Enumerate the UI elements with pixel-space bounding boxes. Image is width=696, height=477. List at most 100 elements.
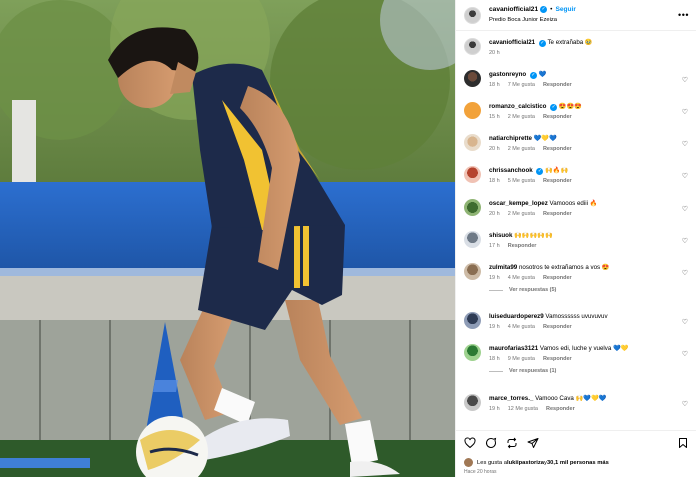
verified-badge-icon: ✓ xyxy=(529,72,537,79)
likes-summary[interactable]: Les gusta a lukiipastoriza y 30,1 mil pe… xyxy=(464,458,609,467)
comment-username[interactable]: marce_torres._ xyxy=(489,395,533,402)
comment-likes[interactable]: 9 Me gusta xyxy=(508,356,535,362)
post-caption: cavaniofficial21 ✓ Te extrañaba 🥹 20 h xyxy=(464,38,689,58)
comment-like-heart-icon[interactable]: ♡ xyxy=(682,172,688,180)
commenter-avatar[interactable] xyxy=(464,199,481,216)
commenter-avatar[interactable] xyxy=(464,344,481,361)
comment-icon[interactable] xyxy=(485,436,497,454)
comment-text: 🙌🙌🙌🙌🙌 xyxy=(514,232,553,239)
comment-text: 💙💛💙 xyxy=(533,135,557,142)
comment-username[interactable]: natiarchiprette xyxy=(489,135,532,142)
bookmark-icon[interactable] xyxy=(677,436,689,454)
reply-button[interactable]: Responder xyxy=(543,356,572,362)
comment-item: luiseduardoperez9 Vamossssss uvuvuvuv 19… xyxy=(464,312,690,330)
comment-username[interactable]: luiseduardoperez9 xyxy=(489,313,544,320)
commenter-avatar[interactable] xyxy=(464,166,481,183)
caption-username[interactable]: cavaniofficial21 xyxy=(489,39,535,46)
comment-like-heart-icon[interactable]: ♡ xyxy=(682,205,688,213)
view-replies-button[interactable]: Ver respuestas (1) xyxy=(489,368,690,374)
commenter-avatar[interactable] xyxy=(464,394,481,411)
comment-like-heart-icon[interactable]: ♡ xyxy=(682,140,688,148)
comment-like-heart-icon[interactable]: ♡ xyxy=(682,350,688,358)
comment-item: marce_torres._ Vamooo Cava 🙌💙💛💙 19 h 12 M… xyxy=(464,394,690,412)
commenter-avatar[interactable] xyxy=(464,312,481,329)
comment-likes[interactable]: 5 Me gusta xyxy=(508,178,535,184)
comment-item: chrissanchook ✓ 🙌🔥🙌 18 h 5 Me gusta Respon… xyxy=(464,166,690,184)
post-header: cavaniofficial21 ✓ • Seguir Predio Boca … xyxy=(456,0,696,31)
comment-like-heart-icon[interactable]: ♡ xyxy=(682,237,688,245)
likes-others[interactable]: 30,1 mil personas más xyxy=(547,460,609,466)
comment-username[interactable]: maurofarias3121 xyxy=(489,345,538,352)
comment-likes[interactable]: 2 Me gusta xyxy=(508,146,535,152)
comment-likes[interactable]: 2 Me gusta xyxy=(508,211,535,217)
comment-likes[interactable]: 4 Me gusta xyxy=(508,275,535,281)
verified-badge-icon: ✓ xyxy=(550,104,558,111)
comment-username[interactable]: gastonreyno xyxy=(489,71,526,78)
comment-time: 18 h xyxy=(489,356,500,362)
comment-item: gastonreyno ✓ 💙 18 h7 Me gusta Responder … xyxy=(464,70,690,88)
comment-time: 18 h xyxy=(489,178,500,184)
comment-text: Vamooo Cava 🙌💙💛💙 xyxy=(535,395,607,402)
reply-button[interactable]: Responder xyxy=(543,324,572,330)
commenter-avatar[interactable] xyxy=(464,70,481,87)
reply-button[interactable]: Responder xyxy=(543,146,572,152)
post-age: Hace 20 horas xyxy=(464,469,497,475)
send-icon[interactable] xyxy=(527,436,539,454)
comment-likes[interactable]: 12 Me gusta xyxy=(508,406,538,412)
comment-time: 17 h xyxy=(489,243,500,249)
reply-button[interactable]: Responder xyxy=(543,275,572,281)
commenter-avatar[interactable] xyxy=(464,263,481,280)
reply-button[interactable]: Responder xyxy=(546,406,575,412)
reply-button[interactable]: Responder xyxy=(543,211,572,217)
comment-item: oscar_kempe_lopez Vamooos ediii 🔥 20 h 2 … xyxy=(464,199,690,217)
comment-time: 18 h xyxy=(489,82,500,88)
comment-likes[interactable]: 4 Me gusta xyxy=(508,324,535,330)
comment-likes[interactable]: 7 Me gusta xyxy=(508,82,535,88)
comment-item: natiarchiprette 💙💛💙 20 h 2 Me gusta Respon… xyxy=(464,134,690,152)
commenter-avatar[interactable] xyxy=(464,102,481,119)
comment-item: zulmita99 nosotros te extrañamos a vos 😍… xyxy=(464,263,690,293)
verified-badge-icon: ✓ xyxy=(538,40,546,47)
commenter-avatar[interactable] xyxy=(464,134,481,151)
caption-author-avatar[interactable] xyxy=(464,38,481,55)
comment-like-heart-icon[interactable]: ♡ xyxy=(682,108,688,116)
comment-username[interactable]: romanzo_calcistico xyxy=(489,103,546,110)
post-location[interactable]: Predio Boca Junior Ezeiza xyxy=(489,15,576,26)
share-icon[interactable] xyxy=(506,436,518,454)
commenter-avatar[interactable] xyxy=(464,231,481,248)
reply-button[interactable]: Responder xyxy=(543,114,572,120)
liker-username[interactable]: lukiipastoriza xyxy=(507,460,544,466)
caption-text: Te extrañaba 🥹 xyxy=(547,39,593,46)
post-photo[interactable] xyxy=(0,0,455,477)
comment-item: shisuok 🙌🙌🙌🙌🙌 17 h Responder ♡ xyxy=(464,231,690,249)
comment-username[interactable]: zulmita99 xyxy=(489,264,517,271)
comment-like-heart-icon[interactable]: ♡ xyxy=(682,76,688,84)
follow-button[interactable]: Seguir xyxy=(555,4,576,15)
comment-text: Vamos edi, luche y vuelva 💙💛 xyxy=(539,345,629,352)
comment-like-heart-icon[interactable]: ♡ xyxy=(682,318,688,326)
view-replies-button[interactable]: Ver respuestas (5) xyxy=(489,287,690,293)
comment-likes[interactable]: 2 Me gusta xyxy=(508,114,535,120)
comment-username[interactable]: shisuok xyxy=(489,232,512,239)
liker-avatar xyxy=(464,458,473,467)
comment-time: 20 h xyxy=(489,146,500,152)
reply-button[interactable]: Responder xyxy=(543,82,572,88)
author-username[interactable]: cavaniofficial21 xyxy=(489,4,538,15)
heart-icon[interactable] xyxy=(464,436,476,454)
comment-item: maurofarias3121 Vamos edi, luche y vuelv… xyxy=(464,344,690,374)
comment-time: 19 h xyxy=(489,406,500,412)
reply-button[interactable]: Responder xyxy=(543,178,572,184)
caption-time: 20 h xyxy=(489,50,500,56)
comment-like-heart-icon[interactable]: ♡ xyxy=(682,269,688,277)
reply-button[interactable]: Responder xyxy=(508,243,537,249)
comment-username[interactable]: chrissanchook xyxy=(489,167,533,174)
verified-badge-icon: ✓ xyxy=(536,168,544,175)
comment-time: 19 h xyxy=(489,275,500,281)
comment-like-heart-icon[interactable]: ♡ xyxy=(682,400,688,408)
comment-time: 20 h xyxy=(489,211,500,217)
comment-username[interactable]: oscar_kempe_lopez xyxy=(489,200,548,207)
author-avatar[interactable] xyxy=(464,6,481,24)
comment-text: 💙 xyxy=(538,71,547,78)
comment-item: romanzo_calcistico ✓ 😍😍😍 15 h 2 Me gusta R… xyxy=(464,102,690,120)
more-horizontal-icon[interactable]: ••• xyxy=(678,10,689,20)
